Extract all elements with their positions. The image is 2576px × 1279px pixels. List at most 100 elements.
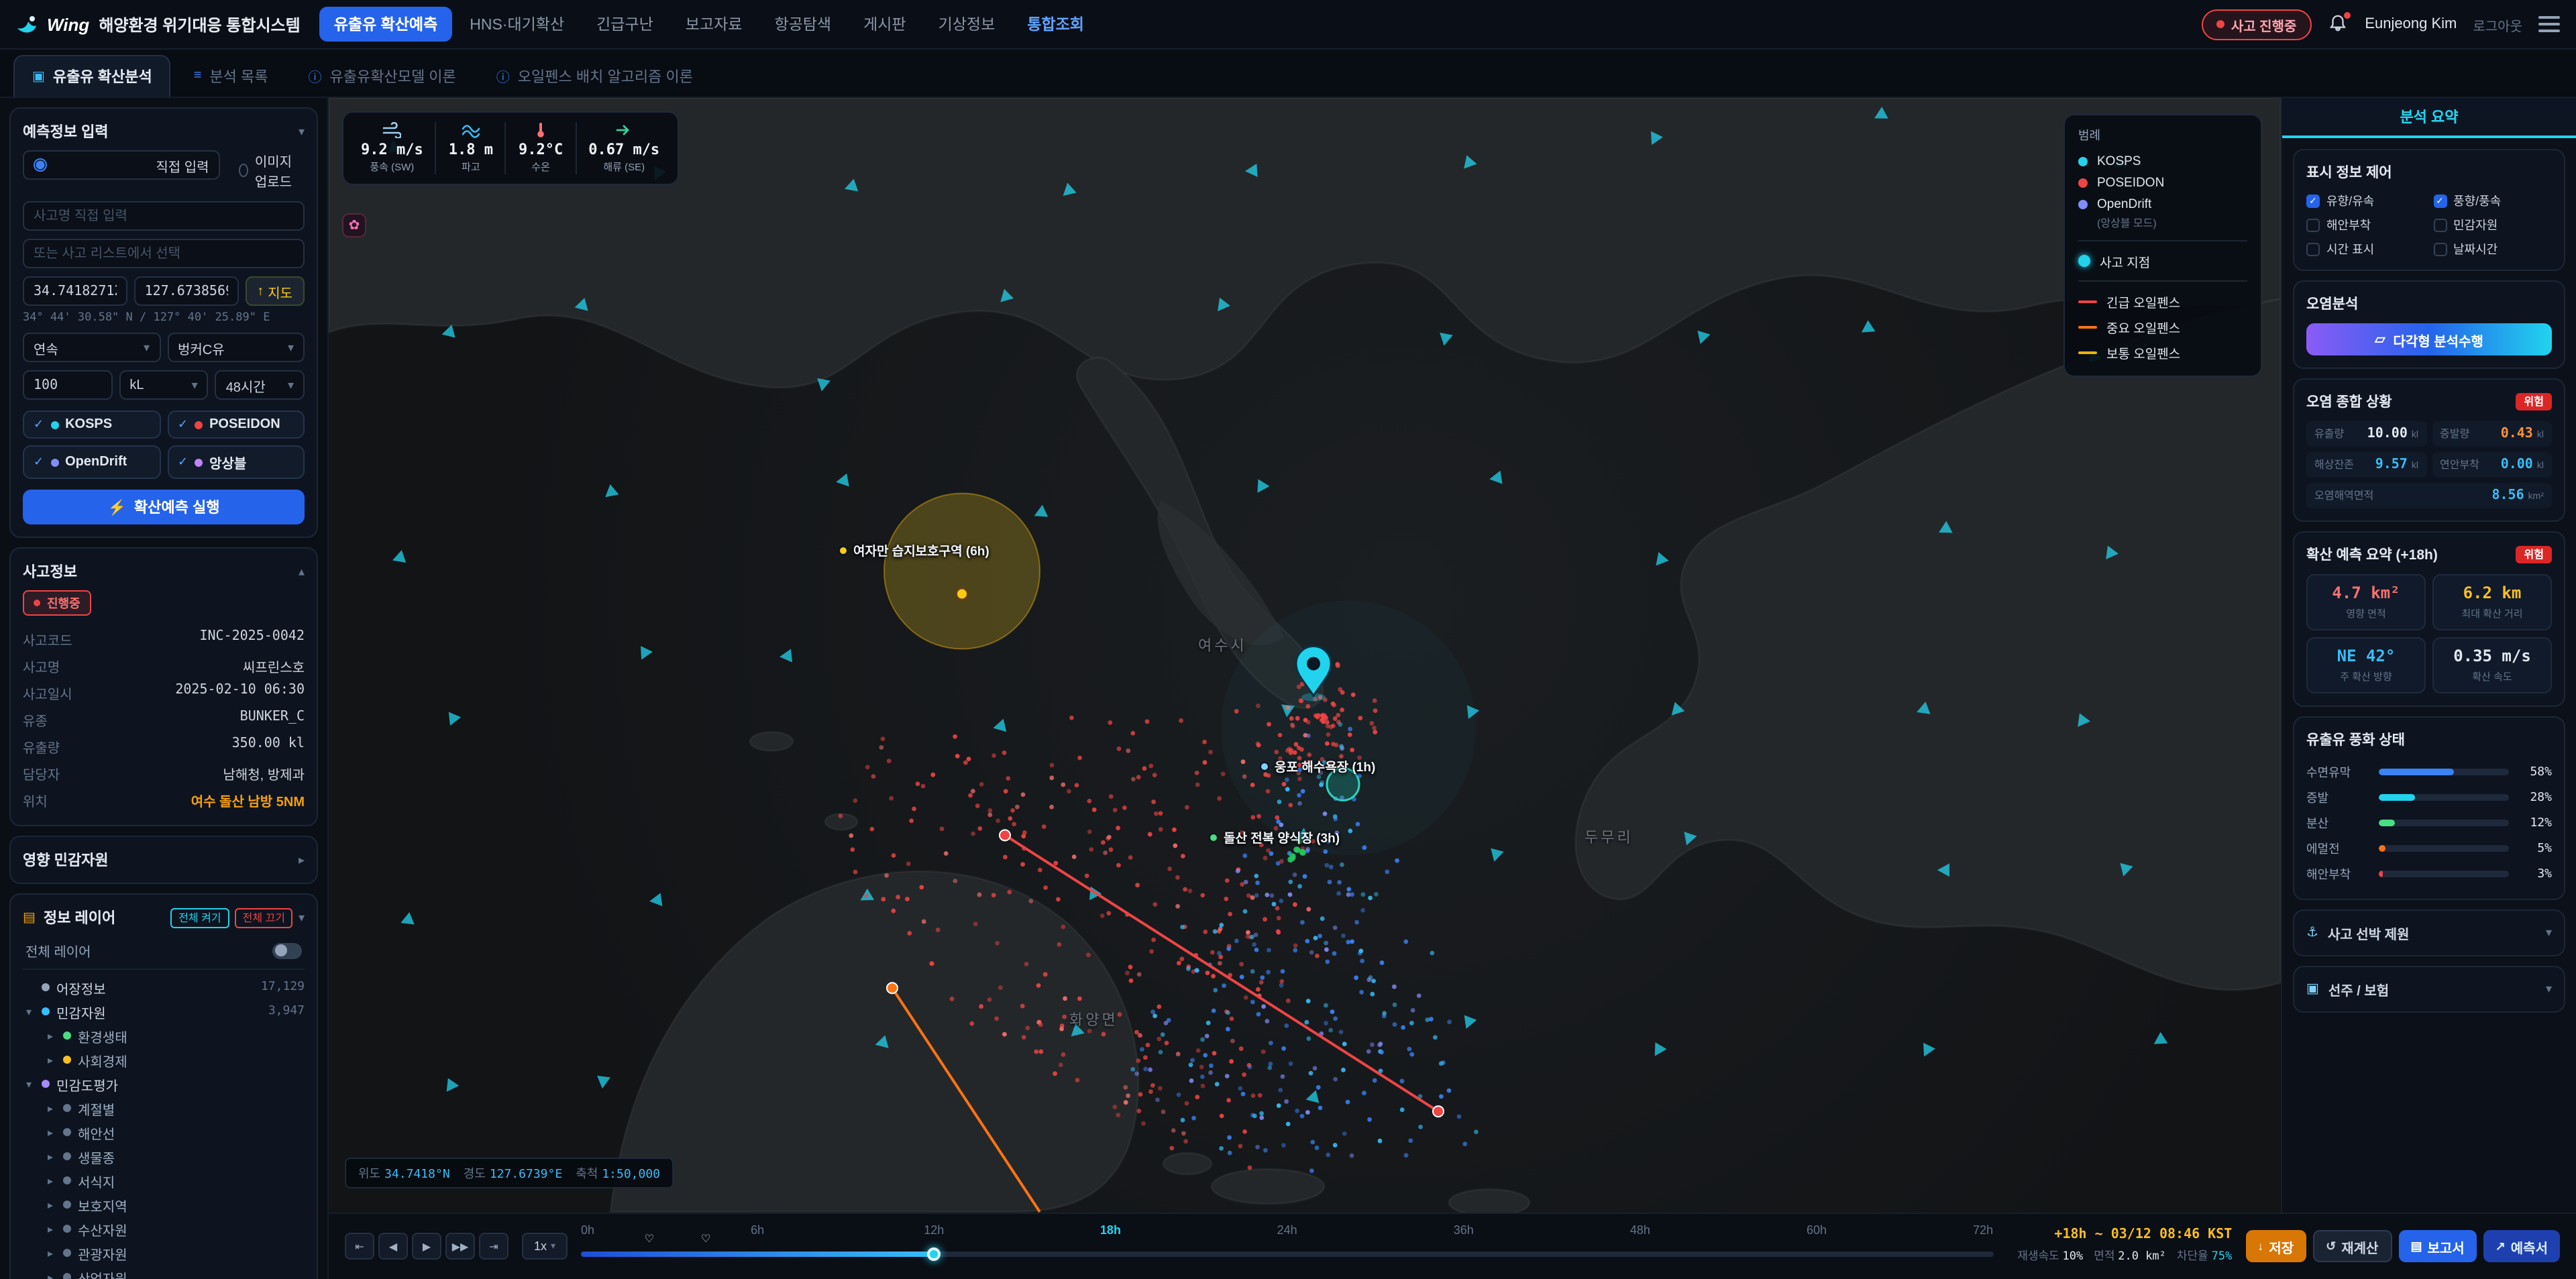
logout-button[interactable]: 로그아웃 [2473, 14, 2522, 34]
input-mode-radio[interactable]: 이미지 업로드 [239, 150, 305, 190]
wetland-annotation[interactable]: 여자만 습지보호구역 (6h) [839, 541, 989, 559]
nav-item[interactable]: 통합조회 [1012, 7, 1099, 42]
polygon-analysis-button[interactable]: ▱다각형 분석수행 [2306, 323, 2552, 355]
layer-item[interactable]: ▸산업자원 [23, 1265, 305, 1279]
tab[interactable]: ⓘ오일펜스 배치 알고리즘 이론 [479, 55, 710, 97]
pick-on-map-button[interactable]: ↑지도 [245, 276, 305, 306]
nav-item[interactable]: HNS·대기확산 [455, 7, 579, 42]
layer-item[interactable]: 어장정보17,129 [23, 975, 305, 999]
chevron-right-icon[interactable]: ▸ [299, 852, 305, 867]
nav-item[interactable]: 보고자료 [671, 7, 757, 42]
model-toggle[interactable]: ✓OpenDrift [23, 445, 160, 479]
layer-item[interactable]: ▸생물종 [23, 1144, 305, 1168]
layer-item[interactable]: ▸해안선 [23, 1120, 305, 1144]
tab[interactable]: ▣유출유 확산분석 [13, 55, 171, 97]
nav-item[interactable]: 긴급구난 [582, 7, 668, 42]
protected-area-circle[interactable] [884, 494, 1040, 649]
forecast-button[interactable]: ↗예측서 [2483, 1230, 2560, 1262]
pollution-stat: 연안부착0.00kl [2432, 452, 2552, 478]
step-back-button[interactable]: ◀ [378, 1233, 408, 1260]
tab-analysis-summary[interactable]: 분석 요약 [2282, 98, 2576, 138]
incident-select-input[interactable] [23, 239, 305, 268]
oil-type-select[interactable]: 벙커C유▾ [167, 333, 305, 362]
layer-item[interactable]: ▸계절별 [23, 1096, 305, 1120]
tab[interactable]: ⓘ유출유확산모델 이론 [291, 55, 474, 97]
event-marker-icon[interactable]: ♡ [645, 1232, 654, 1244]
layer-item[interactable]: ▸보호지역 [23, 1192, 305, 1217]
beach-annotation[interactable]: 웅포 해수욕장 (1h) [1260, 757, 1375, 775]
layer-item[interactable]: ▸사회경제 [23, 1048, 305, 1072]
playback-speed-select[interactable]: 1x▾ [522, 1233, 568, 1260]
notification-bell-icon[interactable] [2327, 13, 2349, 35]
display-option-checkbox[interactable]: ✓풍향/풍속 [2433, 192, 2552, 209]
chevron-down-icon[interactable]: ▾ [299, 910, 305, 925]
all-layers-on-button[interactable]: 전체 켜기 [170, 907, 229, 928]
all-layers-off-button[interactable]: 전체 끄기 [235, 907, 293, 928]
timeline-tick[interactable]: 12h [924, 1223, 944, 1236]
timeline-tick[interactable]: 6h [751, 1223, 764, 1236]
timeline-track[interactable]: ♡ ♡ [581, 1251, 1993, 1256]
layer-item[interactable]: ▾민감도평가 [23, 1072, 305, 1096]
display-option-checkbox[interactable]: ✓유향/유속 [2306, 192, 2425, 209]
protected-area-marker[interactable] [957, 589, 967, 600]
input-mode-group: 직접 입력 이미지 업로드 [23, 150, 305, 190]
amount-input[interactable] [23, 370, 112, 400]
skip-end-button[interactable]: ⇥ [479, 1233, 508, 1260]
model-toggle[interactable]: ✓앙상블 [167, 445, 305, 479]
spread-summary-title: 확산 예측 요약 (+18h) [2306, 545, 2438, 565]
timeline-tick[interactable]: 36h [1454, 1223, 1474, 1236]
longitude-input[interactable] [134, 276, 239, 306]
timeline-tick[interactable]: 72h [1973, 1223, 1993, 1236]
chevron-up-icon[interactable]: ▾ [299, 124, 305, 139]
display-option-checkbox[interactable]: 시간 표시 [2306, 240, 2425, 258]
nav-item[interactable]: 게시판 [849, 7, 921, 42]
timeline-tick[interactable]: 0h [581, 1223, 594, 1236]
incident-name-input[interactable] [23, 201, 305, 231]
input-mode-radio[interactable]: 직접 입력 [23, 150, 220, 180]
run-prediction-button[interactable]: ⚡확산예측 실행 [23, 490, 305, 524]
latitude-input[interactable] [23, 276, 127, 306]
logo-word: Wing [47, 14, 89, 34]
play-button[interactable]: ▶ [412, 1233, 441, 1260]
duration-select[interactable]: 48시간▾ [215, 370, 305, 400]
timeline-handle[interactable] [927, 1247, 941, 1260]
save-button[interactable]: ↓저장 [2245, 1230, 2306, 1262]
fast-forward-button[interactable]: ▶▶ [445, 1233, 475, 1260]
unit-select[interactable]: kL▾ [119, 370, 208, 400]
timeline-slider[interactable]: 0h 6h 12h 18h 24h 36h 48h 60h 72h ♡ ♡ [581, 1213, 1993, 1279]
timeline-tick[interactable]: 24h [1277, 1223, 1297, 1236]
incident-status-pill[interactable]: 사고 진행중 [2202, 9, 2312, 40]
display-option-checkbox[interactable]: 민감자원 [2433, 216, 2552, 233]
layer-item[interactable]: ▸수산자원 [23, 1217, 305, 1241]
display-option-checkbox[interactable]: 해안부착 [2306, 216, 2425, 233]
farm-annotation[interactable]: 돌산 전복 양식장 (3h) [1209, 828, 1340, 846]
skip-start-button[interactable]: ⇤ [345, 1233, 374, 1260]
layer-item[interactable]: ▸서식지 [23, 1168, 305, 1192]
nav-item[interactable]: 항공탐색 [759, 7, 846, 42]
display-option-checkbox[interactable]: 날짜시간 [2433, 240, 2552, 258]
layer-item[interactable]: ▾민감자원3,947 [23, 999, 305, 1023]
map-canvas[interactable]: 9.2 m/s풍속 (SW)1.8 m파고9.2°C수온0.67 m/s해류 (… [329, 98, 2281, 1212]
model-toggle[interactable]: ✓KOSPS [23, 410, 160, 439]
spill-mode-select[interactable]: 연속▾ [23, 333, 160, 362]
model-toggle[interactable]: ✓POSEIDON [167, 410, 305, 439]
nav-item[interactable]: 기상정보 [924, 7, 1010, 42]
event-marker-icon[interactable]: ♡ [701, 1232, 710, 1244]
timeline-tick[interactable]: 60h [1807, 1223, 1827, 1236]
timeline-tick[interactable]: 18h [1100, 1223, 1121, 1236]
menu-icon[interactable] [2538, 16, 2560, 32]
master-layer-toggle[interactable] [272, 942, 302, 958]
chevron-up-icon[interactable]: ▴ [299, 564, 305, 579]
nav-item[interactable]: 유출유 확산예측 [319, 7, 453, 42]
vessel-spec-section[interactable]: ⚓사고 선박 제원 ▾ [2293, 909, 2565, 956]
layer-item[interactable]: ▸환경생태 [23, 1023, 305, 1048]
tab[interactable]: ≡분석 목록 [176, 55, 286, 97]
owner-insurance-section[interactable]: ▣선주 / 보험 ▾ [2293, 966, 2565, 1013]
layer-item[interactable]: ▸관광자원 [23, 1241, 305, 1265]
user-name[interactable]: Eunjeong Kim [2365, 16, 2457, 32]
anchor-icon: ⚓ [2306, 926, 2318, 940]
timeline-tick[interactable]: 48h [1630, 1223, 1650, 1236]
report-button[interactable]: ▤보고서 [2398, 1230, 2476, 1262]
map-control-button[interactable]: ✿ [342, 213, 366, 237]
recalculate-button[interactable]: ↺재계산 [2312, 1230, 2392, 1262]
